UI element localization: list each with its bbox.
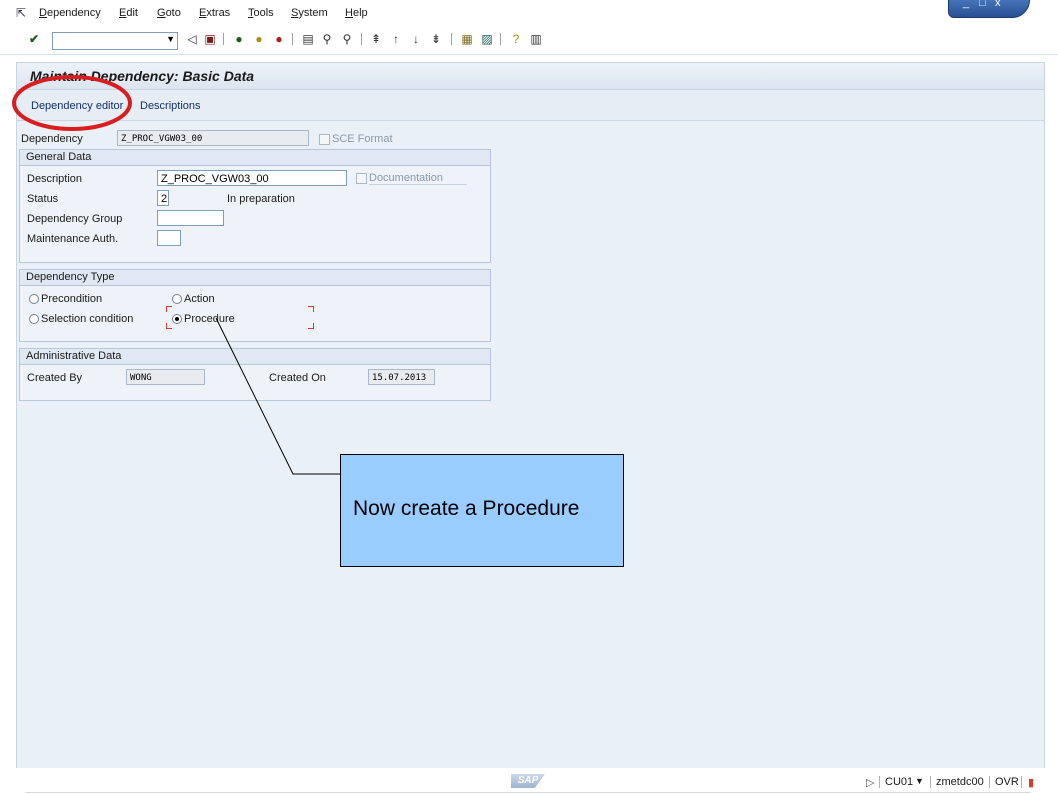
callout-box: Now create a Procedure [340, 454, 624, 567]
status-separator [989, 776, 990, 788]
transaction-code: CU01 [885, 776, 914, 788]
status-separator [1021, 776, 1022, 788]
status-separator [879, 776, 880, 788]
status-divider [26, 792, 1030, 793]
input-mode[interactable]: OVR [995, 776, 1019, 788]
expand-status-icon[interactable]: ▷ [866, 776, 874, 789]
chevron-down-icon[interactable]: ▼ [915, 776, 924, 786]
callout-text: Now create a Procedure [353, 497, 580, 520]
status-bar: SAP ▷ CU01 ▼ zmetdc00 OVR ▮ [0, 768, 1058, 794]
annotation-overlay [12, 75, 340, 475]
lock-icon: ▮ [1028, 777, 1035, 789]
status-separator [930, 776, 931, 788]
server-name: zmetdc00 [936, 776, 984, 788]
sap-logo: SAP [511, 774, 545, 788]
callout-connector [215, 317, 340, 475]
highlight-ellipse [12, 75, 132, 131]
